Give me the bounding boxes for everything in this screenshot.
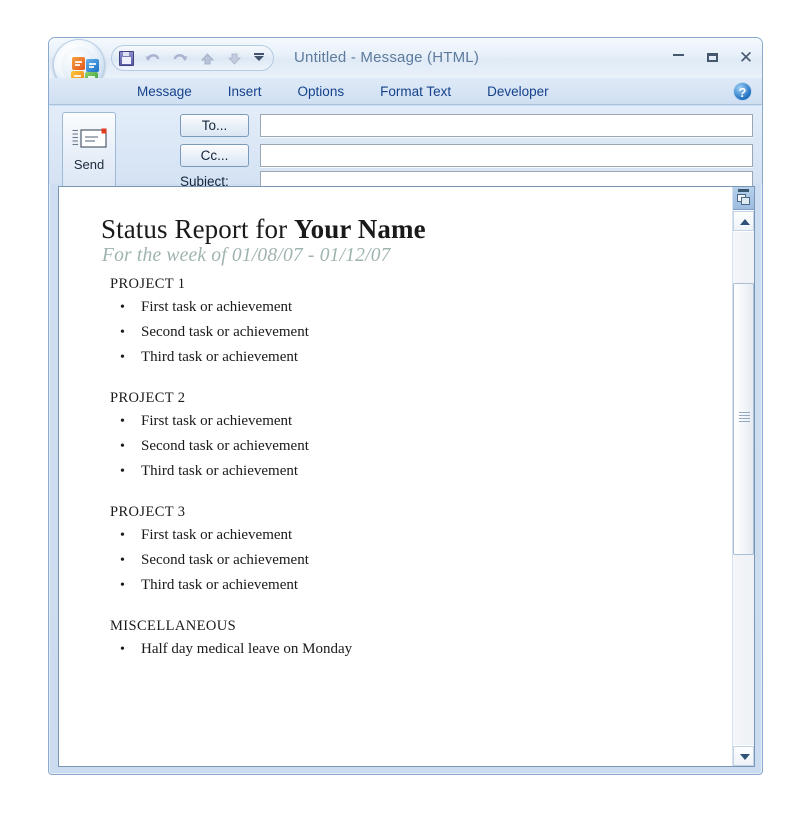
tab-message[interactable]: Message bbox=[119, 78, 210, 105]
next-item-icon[interactable] bbox=[224, 48, 245, 69]
list-item: First task or achievement bbox=[110, 295, 732, 320]
document-title-part1: Status Report for bbox=[101, 214, 295, 244]
quick-access-toolbar bbox=[111, 45, 274, 71]
down-arrow-glyph bbox=[228, 53, 241, 65]
list-item: First task or achievement bbox=[110, 523, 732, 548]
cc-input[interactable] bbox=[261, 145, 752, 166]
list-item: Third task or achievement bbox=[110, 459, 732, 484]
document-title: Status Report for Your Name bbox=[101, 215, 732, 243]
cc-field-wrap[interactable] bbox=[260, 144, 753, 167]
scroll-up-arrow-icon[interactable] bbox=[733, 211, 754, 231]
section-heading: MISCELLANEOUS bbox=[110, 618, 237, 635]
office-logo-square-orange bbox=[72, 57, 85, 70]
to-field-wrap[interactable] bbox=[260, 114, 753, 137]
split-window-handle-icon[interactable] bbox=[733, 187, 754, 210]
save-icon[interactable] bbox=[116, 48, 137, 69]
scrollbar-thumb-grip bbox=[739, 412, 750, 424]
list-item: Third task or achievement bbox=[110, 573, 732, 598]
office-logo-square-blue bbox=[86, 59, 99, 72]
close-button[interactable]: ✕ bbox=[733, 48, 759, 68]
redo-icon[interactable] bbox=[170, 48, 191, 69]
undo-icon[interactable] bbox=[143, 48, 164, 69]
task-list: First task or achievement Second task or… bbox=[110, 295, 732, 370]
compose-header: Send To... Cc... Subject: bbox=[49, 106, 762, 194]
customize-qat-icon[interactable] bbox=[251, 48, 267, 69]
scrollbar-thumb[interactable] bbox=[733, 283, 754, 556]
message-window: Untitled - Message (HTML) ✕ Message Inse… bbox=[48, 37, 763, 775]
list-item: Second task or achievement bbox=[110, 434, 732, 459]
list-item: Half day medical leave on Monday bbox=[110, 637, 732, 662]
tab-insert[interactable]: Insert bbox=[210, 78, 280, 105]
to-input[interactable] bbox=[261, 115, 752, 136]
send-button[interactable]: Send bbox=[62, 112, 116, 188]
scrollbar-track[interactable] bbox=[733, 232, 754, 745]
scroll-down-arrow-icon[interactable] bbox=[733, 746, 754, 766]
list-item: Second task or achievement bbox=[110, 548, 732, 573]
document-subtitle: For the week of 01/08/07 - 01/12/07 bbox=[102, 245, 391, 267]
minimize-button[interactable] bbox=[665, 48, 691, 68]
tab-options[interactable]: Options bbox=[280, 78, 363, 105]
message-body-text[interactable]: Status Report for Your Name For the week… bbox=[59, 187, 732, 766]
task-list: Half day medical leave on Monday bbox=[110, 637, 732, 662]
maximize-button[interactable] bbox=[699, 48, 725, 68]
message-body-frame[interactable]: Status Report for Your Name For the week… bbox=[58, 186, 755, 767]
send-envelope-icon bbox=[72, 128, 107, 148]
list-item: Third task or achievement bbox=[110, 345, 732, 370]
tab-format-text[interactable]: Format Text bbox=[362, 78, 469, 105]
tab-developer[interactable]: Developer bbox=[469, 78, 567, 105]
section-heading: PROJECT 2 bbox=[110, 390, 186, 407]
task-list: First task or achievement Second task or… bbox=[110, 523, 732, 598]
section-heading: PROJECT 3 bbox=[110, 504, 186, 521]
title-bar: Untitled - Message (HTML) ✕ bbox=[49, 38, 762, 78]
help-icon[interactable]: ? bbox=[733, 82, 752, 101]
document-title-part2: Your Name bbox=[294, 214, 426, 244]
redo-glyph bbox=[173, 53, 188, 61]
ribbon-tab-strip: Message Insert Options Format Text Devel… bbox=[49, 78, 762, 105]
undo-glyph bbox=[145, 53, 160, 61]
list-item: First task or achievement bbox=[110, 409, 732, 434]
list-item: Second task or achievement bbox=[110, 320, 732, 345]
send-button-label: Send bbox=[73, 157, 105, 172]
cc-button[interactable]: Cc... bbox=[180, 144, 249, 167]
previous-item-icon[interactable] bbox=[197, 48, 218, 69]
to-button[interactable]: To... bbox=[180, 114, 249, 137]
window-title: Untitled - Message (HTML) bbox=[294, 49, 480, 66]
section-heading: PROJECT 1 bbox=[110, 276, 186, 293]
ribbon-tabs: Message Insert Options Format Text Devel… bbox=[119, 78, 567, 105]
task-list: First task or achievement Second task or… bbox=[110, 409, 732, 484]
up-arrow-glyph bbox=[201, 52, 214, 64]
vertical-scrollbar[interactable] bbox=[732, 187, 754, 766]
